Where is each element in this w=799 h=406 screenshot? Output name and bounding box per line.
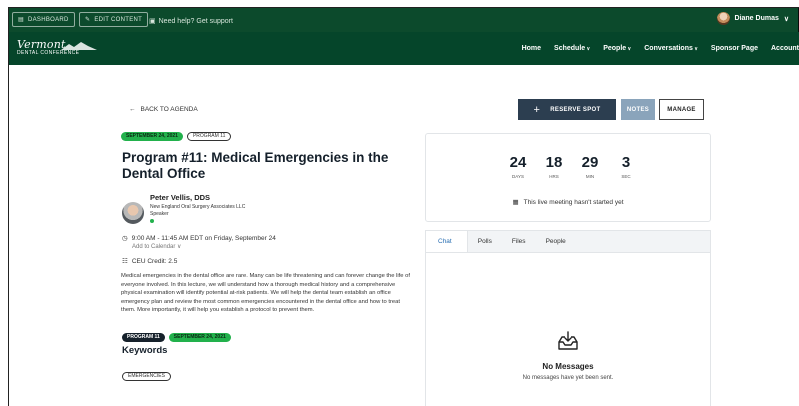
seconds-value: 3 [621, 154, 631, 171]
countdown-hours: 18 HRS [542, 154, 566, 179]
empty-title: No Messages [542, 362, 594, 371]
chat-panel: Chat Polls Files People No Messages No m… [425, 230, 711, 406]
nav-item-conversations[interactable]: Conversations [644, 45, 698, 52]
session-tags: PROGRAM 11 SEPTEMBER 24, 2021 [122, 333, 231, 342]
support-link[interactable]: ▣ Need help? Get support [149, 17, 233, 26]
hours-label: HRS [549, 174, 559, 179]
countdown-timer: 24 DAYS 18 HRS 29 MIN 3 SEC [506, 154, 638, 179]
days-value: 24 [509, 154, 527, 171]
reserve-spot-button[interactable]: + RESERVE SPOT [518, 99, 616, 120]
ceu-credit: ☷ CEU Credit: 2.5 [122, 257, 178, 266]
date-badge: SEPTEMBER 24, 2021 [121, 132, 183, 141]
tab-polls[interactable]: Polls [468, 231, 502, 252]
countdown-card: 24 DAYS 18 HRS 29 MIN 3 SEC ▦ This live … [425, 133, 711, 222]
speaker-card[interactable]: Peter Vellis, DDS New England Oral Surge… [122, 193, 246, 224]
add-to-calendar-label: Add to Calendar [132, 244, 176, 250]
logo-line2: DENTAL CONFERENCE [17, 50, 80, 56]
nav-item-sponsor-page[interactable]: Sponsor Page [711, 45, 758, 52]
seconds-label: SEC [621, 174, 631, 179]
inbox-icon [558, 331, 578, 350]
speaker-name: Peter Vellis, DDS [150, 193, 211, 202]
reserve-label: RESERVE SPOT [550, 106, 601, 113]
edit-content-label: Edit Content [94, 16, 143, 23]
hours-value: 18 [545, 154, 563, 171]
calendar-icon: ▦ [512, 199, 519, 206]
keywords-heading: Keywords [122, 345, 168, 356]
help-icon: ▣ [149, 18, 156, 25]
arrow-left-icon: ← [129, 106, 136, 113]
notes-button[interactable]: NOTES [621, 99, 655, 120]
nav-item-account[interactable]: Account [771, 45, 799, 52]
keyword-tag[interactable]: EMERGENCIES [122, 372, 171, 381]
dashboard-icon: ▤ [18, 17, 24, 23]
online-status-icon [150, 219, 154, 223]
program-badge: PROGRAM 11 [186, 132, 232, 141]
mountain-logo-icon [61, 42, 97, 50]
speaker-role: Speaker [150, 211, 169, 217]
dashboard-button[interactable]: ▤ Dashboard [12, 12, 75, 27]
chat-tabs: Chat Polls Files People [426, 231, 710, 253]
back-to-agenda-link[interactable]: ← BACK TO AGENDA [129, 106, 198, 113]
chevron-down-icon: ∨ [783, 15, 789, 23]
pencil-icon: ✎ [85, 17, 91, 23]
dashboard-label: Dashboard [27, 16, 69, 23]
countdown-days: 24 DAYS [506, 154, 530, 179]
manage-button[interactable]: MANAGE [659, 99, 704, 120]
speaker-avatar [122, 202, 144, 224]
app-frame: ▤ Dashboard ✎ Edit Content ▣ Need help? … [8, 7, 799, 406]
page-title: Program #11: Medical Emergencies in the … [122, 150, 389, 181]
days-label: DAYS [512, 174, 524, 179]
session-time: ◷ 9:00 AM - 11:45 AM EDT on Friday, Sept… [122, 234, 276, 243]
empty-state: No Messages No messages have yet been se… [426, 331, 710, 381]
program-tag[interactable]: PROGRAM 11 [122, 333, 165, 342]
add-to-calendar-dropdown[interactable]: Add to Calendar ∨ [132, 243, 181, 250]
nav-item-schedule[interactable]: Schedule [554, 45, 590, 52]
minutes-label: MIN [585, 174, 595, 179]
clock-icon: ◷ [122, 235, 128, 242]
plus-icon: + [533, 103, 541, 116]
support-label: Need help? Get support [158, 17, 233, 25]
nav-item-home[interactable]: Home [522, 45, 541, 52]
minutes-value: 29 [581, 154, 599, 171]
keywords-list: EMERGENCIES [122, 364, 171, 382]
nav-menu: Home Schedule People Conversations Spons… [522, 45, 799, 52]
user-name: Diane Dumas [734, 15, 779, 22]
ceu-text: CEU Credit: 2.5 [131, 257, 178, 265]
conference-logo[interactable]: Vermont DENTAL CONFERENCE [17, 38, 97, 56]
user-menu[interactable]: Diane Dumas ∨ [716, 12, 789, 25]
admin-bar: ▤ Dashboard ✎ Edit Content ▣ Need help? … [9, 8, 799, 32]
nav-item-people[interactable]: People [603, 45, 631, 52]
main-nav: Vermont DENTAL CONFERENCE Home Schedule … [9, 32, 799, 65]
meeting-status-text: This live meeting hasn't started yet [523, 198, 624, 206]
edit-content-button[interactable]: ✎ Edit Content [79, 12, 149, 27]
session-time-text: 9:00 AM - 11:45 AM EDT on Friday, Septem… [131, 234, 276, 242]
empty-subtitle: No messages have yet been sent. [522, 375, 614, 381]
tab-files[interactable]: Files [502, 231, 536, 252]
back-label: BACK TO AGENDA [140, 106, 198, 113]
tab-chat[interactable]: Chat [426, 231, 468, 252]
session-badges: SEPTEMBER 24, 2021 PROGRAM 11 [121, 132, 232, 141]
meeting-status: ▦ This live meeting hasn't started yet [426, 198, 710, 207]
tab-people[interactable]: People [536, 231, 576, 252]
speaker-org: New England Oral Surgery Associates LLC [150, 204, 246, 210]
chevron-down-icon: ∨ [177, 244, 182, 250]
countdown-seconds: 3 SEC [614, 154, 638, 179]
date-tag[interactable]: SEPTEMBER 24, 2021 [168, 333, 231, 342]
avatar [716, 12, 730, 25]
building-icon: ☷ [122, 258, 128, 265]
countdown-minutes: 29 MIN [578, 154, 602, 179]
session-description: Medical emergencies in the dental office… [121, 273, 410, 314]
